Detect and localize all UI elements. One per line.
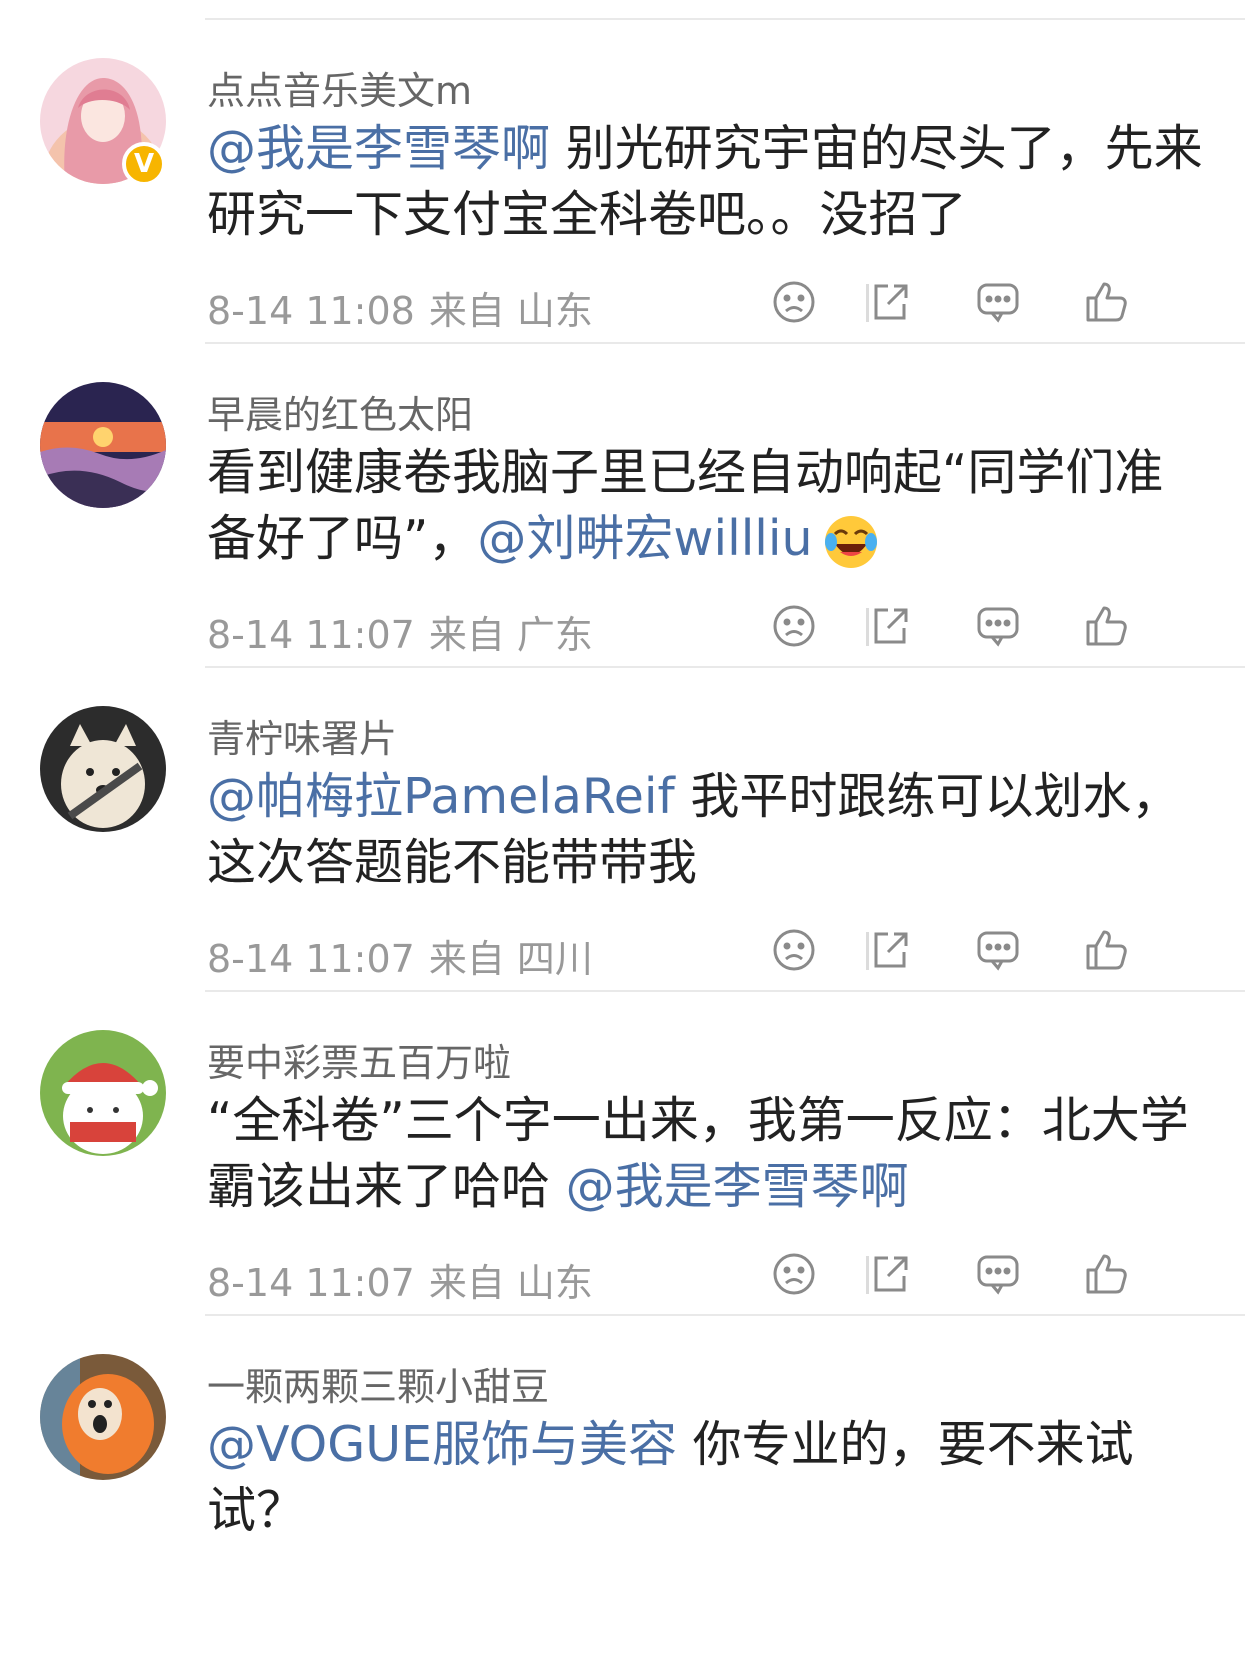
location: 来自 四川 [428,937,593,981]
laughing-crying-emoji-icon [823,514,879,570]
mention-link[interactable]: @帕梅拉PamelaReif [207,768,675,825]
location: 来自 广东 [428,613,593,657]
like-icon[interactable] [1082,278,1130,326]
mention-link[interactable]: @我是李雪琴啊 [207,120,550,177]
mention-link[interactable]: @刘畊宏willliu [477,510,812,567]
comment-actions [770,926,1200,976]
username[interactable]: 早晨的红色太阳 [207,384,473,439]
comment-text: “全科卷”三个字一出来，我第一反应：北大学霸该出来了哈哈 @我是李雪琴啊 [207,1088,1207,1220]
dislike-icon[interactable] [770,926,818,974]
avatar[interactable] [40,1030,166,1156]
avatar[interactable] [40,706,166,832]
comment-icon[interactable] [974,1250,1022,1298]
timestamp: 8-14 11:07 [207,1261,415,1305]
avatar[interactable] [40,1354,166,1480]
username[interactable]: 要中彩票五百万啦 [207,1032,511,1087]
location: 来自 山东 [428,1261,593,1305]
comment-icon[interactable] [974,602,1022,650]
dislike-icon[interactable] [770,278,818,326]
timestamp: 8-14 11:07 [207,613,415,657]
comment-actions [770,278,1200,328]
comment-meta: 8-14 11:07 来自 广东 [207,604,593,659]
like-icon[interactable] [1082,1250,1130,1298]
divider [205,1314,1245,1316]
username[interactable]: 青柠味署片 [207,708,397,763]
share-icon[interactable] [866,926,914,974]
dislike-icon[interactable] [770,1250,818,1298]
username[interactable]: 一颗两颗三颗小甜豆 [207,1356,549,1411]
comment-meta: 8-14 11:07 来自 山东 [207,1252,593,1307]
mention-link[interactable]: @VOGUE服饰与美容 [207,1416,677,1473]
username[interactable]: 点点音乐美文m [207,60,472,115]
comment-text: @VOGUE服饰与美容 你专业的，要不来试试？ [207,1412,1207,1544]
comment-icon[interactable] [974,278,1022,326]
divider [205,18,1245,20]
comment-text: @我是李雪琴啊 别光研究宇宙的尽头了，先来研究一下支付宝全科卷吧。。没招了 [207,116,1207,248]
avatar[interactable] [40,382,166,508]
mention-link[interactable]: @我是李雪琴啊 [566,1158,909,1215]
verified-badge-icon: V [122,142,166,186]
comment-text: 看到健康卷我脑子里已经自动响起“同学们准备好了吗”，@刘畊宏willliu [207,440,1207,572]
comment-meta: 8-14 11:07 来自 四川 [207,928,593,983]
timestamp: 8-14 11:08 [207,289,415,333]
comment-actions [770,602,1200,652]
divider [205,990,1245,992]
comment-icon[interactable] [974,926,1022,974]
share-icon[interactable] [866,278,914,326]
dislike-icon[interactable] [770,602,818,650]
divider [205,666,1245,668]
comment-meta: 8-14 11:08 来自 山东 [207,280,593,335]
share-icon[interactable] [866,602,914,650]
comment-text: @帕梅拉PamelaReif 我平时跟练可以划水，这次答题能不能带带我 [207,764,1207,896]
like-icon[interactable] [1082,926,1130,974]
like-icon[interactable] [1082,602,1130,650]
timestamp: 8-14 11:07 [207,937,415,981]
share-icon[interactable] [866,1250,914,1298]
comment-actions [770,1250,1200,1300]
location: 来自 山东 [428,289,593,333]
divider [205,342,1245,344]
